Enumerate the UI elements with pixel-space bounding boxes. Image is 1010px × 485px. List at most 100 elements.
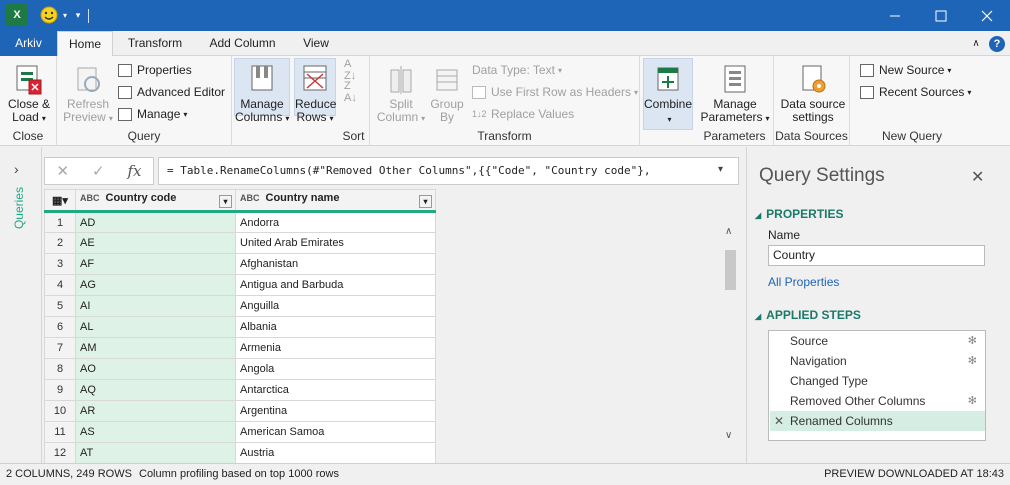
combine-button[interactable]: Combine ▾ bbox=[643, 58, 693, 130]
sort-descending-icon[interactable]: Z A↓ bbox=[344, 80, 357, 104]
properties-section-header[interactable]: ◢ PROPERTIES bbox=[755, 207, 844, 221]
applied-step[interactable]: Source ✻ bbox=[770, 331, 985, 351]
cell-country-name[interactable]: Austria bbox=[235, 442, 436, 463]
cell-country-code[interactable]: AR bbox=[75, 400, 236, 422]
use-first-row-button[interactable]: Use First Row as Headers ▾ bbox=[472, 82, 638, 102]
cell-country-code[interactable]: AM bbox=[75, 337, 236, 359]
table-row[interactable]: 11 AS American Samoa bbox=[44, 421, 436, 443]
column-header-country-code[interactable]: ABC Country code ▾ bbox=[75, 189, 236, 213]
filter-dropdown-icon[interactable]: ▾ bbox=[419, 195, 432, 208]
cell-country-name[interactable]: American Samoa bbox=[235, 421, 436, 443]
cell-country-name[interactable]: Argentina bbox=[235, 400, 436, 422]
cell-country-code[interactable]: AT bbox=[75, 442, 236, 463]
scroll-up-icon[interactable]: ∧ bbox=[725, 226, 732, 237]
scroll-thumb[interactable] bbox=[725, 250, 736, 290]
queries-pane-label[interactable]: Queries bbox=[12, 187, 26, 229]
fx-icon[interactable]: fx bbox=[128, 162, 142, 180]
split-column-button[interactable]: Split Column ▾ bbox=[376, 58, 426, 125]
new-source-button[interactable]: New Source ▾ bbox=[860, 60, 951, 80]
cell-country-code[interactable]: AQ bbox=[75, 379, 236, 401]
filter-dropdown-icon[interactable]: ▾ bbox=[219, 195, 232, 208]
manage-parameters-button[interactable]: Manage Parameters ▾ bbox=[700, 58, 770, 125]
formula-expand-icon[interactable]: ▾ bbox=[718, 164, 723, 175]
cell-country-name[interactable]: Afghanistan bbox=[235, 253, 436, 275]
formula-input[interactable]: = Table.RenameColumns(#"Removed Other Co… bbox=[158, 157, 739, 185]
cell-country-code[interactable]: AE bbox=[75, 232, 236, 254]
close-icon[interactable] bbox=[964, 0, 1010, 31]
cell-country-name[interactable]: Anguilla bbox=[235, 295, 436, 317]
table-menu-icon[interactable]: ▦▾ bbox=[44, 189, 76, 213]
smiley-dropdown-icon[interactable]: ▾ bbox=[60, 4, 70, 26]
table-row[interactable]: 1 AD Andorra bbox=[44, 211, 436, 233]
vertical-scrollbar[interactable]: ∧ ∨ bbox=[722, 224, 739, 464]
expand-queries-icon[interactable]: › bbox=[14, 161, 19, 177]
cell-country-name[interactable]: Albania bbox=[235, 316, 436, 338]
group-by-button[interactable]: Group By bbox=[426, 58, 468, 124]
table-row[interactable]: 10 AR Argentina bbox=[44, 400, 436, 422]
collapse-ribbon-icon[interactable]: ∧ bbox=[968, 31, 984, 56]
reduce-rows-button[interactable]: Reduce Rows ▾ bbox=[294, 58, 336, 124]
close-settings-icon[interactable]: ✕ bbox=[971, 167, 984, 187]
cell-country-name[interactable]: Antigua and Barbuda bbox=[235, 274, 436, 296]
smiley-feedback-icon[interactable] bbox=[38, 4, 60, 26]
cell-country-name[interactable]: Angola bbox=[235, 358, 436, 380]
data-type-dropdown[interactable]: Data Type: Text ▾ bbox=[472, 60, 562, 80]
confirm-formula-icon[interactable]: ✓ bbox=[92, 162, 105, 180]
column-header-country-name[interactable]: ABC Country name ▾ bbox=[235, 189, 436, 213]
table-row[interactable]: 8 AO Angola bbox=[44, 358, 436, 380]
text-type-icon[interactable]: ABC bbox=[240, 193, 260, 203]
applied-step[interactable]: ✕ Renamed Columns bbox=[770, 411, 985, 431]
cell-country-name[interactable]: Armenia bbox=[235, 337, 436, 359]
replace-values-button[interactable]: 1↓2 Replace Values bbox=[472, 104, 574, 124]
delete-step-icon[interactable]: ✕ bbox=[774, 411, 784, 431]
recent-sources-button[interactable]: Recent Sources ▾ bbox=[860, 82, 971, 102]
applied-steps-header[interactable]: ◢ APPLIED STEPS bbox=[755, 308, 861, 322]
applied-step[interactable]: Changed Type bbox=[770, 371, 985, 391]
advanced-editor-button[interactable]: Advanced Editor bbox=[118, 82, 225, 102]
table-row[interactable]: 9 AQ Antarctica bbox=[44, 379, 436, 401]
text-type-icon[interactable]: ABC bbox=[80, 193, 100, 203]
table-row[interactable]: 12 AT Austria bbox=[44, 442, 436, 463]
cell-country-code[interactable]: AF bbox=[75, 253, 236, 275]
help-icon[interactable]: ? bbox=[988, 31, 1006, 56]
tab-view[interactable]: View bbox=[294, 31, 338, 56]
table-row[interactable]: 4 AG Antigua and Barbuda bbox=[44, 274, 436, 296]
maximize-icon[interactable] bbox=[918, 0, 964, 31]
cell-country-name[interactable]: Antarctica bbox=[235, 379, 436, 401]
table-row[interactable]: 6 AL Albania bbox=[44, 316, 436, 338]
cell-country-code[interactable]: AL bbox=[75, 316, 236, 338]
properties-button[interactable]: Properties bbox=[118, 60, 192, 80]
step-settings-gear-icon[interactable]: ✻ bbox=[968, 351, 977, 371]
close-load-button[interactable]: Close & Load ▾ bbox=[4, 58, 54, 125]
status-profiling[interactable]: Column profiling based on top 1000 rows bbox=[139, 468, 339, 480]
excel-app-icon[interactable]: X bbox=[6, 4, 28, 26]
table-row[interactable]: 2 AE United Arab Emirates bbox=[44, 232, 436, 254]
cell-country-code[interactable]: AG bbox=[75, 274, 236, 296]
refresh-preview-button[interactable]: Refresh Preview ▾ bbox=[63, 58, 113, 125]
scroll-down-icon[interactable]: ∨ bbox=[725, 430, 732, 441]
tab-home[interactable]: Home bbox=[57, 31, 113, 57]
manage-columns-button[interactable]: Manage Columns ▾ bbox=[234, 58, 290, 124]
applied-step[interactable]: Removed Other Columns ✻ bbox=[770, 391, 985, 411]
table-row[interactable]: 7 AM Armenia bbox=[44, 337, 436, 359]
quick-access-customize-icon[interactable]: ▾ bbox=[72, 4, 84, 26]
manage-button[interactable]: Manage ▾ bbox=[118, 104, 187, 124]
table-row[interactable]: 5 AI Anguilla bbox=[44, 295, 436, 317]
tab-add-column[interactable]: Add Column bbox=[200, 31, 285, 56]
data-source-settings-button[interactable]: Data source settings bbox=[778, 58, 848, 124]
sort-ascending-icon[interactable]: A Z↓ bbox=[344, 58, 356, 82]
applied-step[interactable]: Navigation ✻ bbox=[770, 351, 985, 371]
cell-country-code[interactable]: AO bbox=[75, 358, 236, 380]
query-name-input[interactable]: Country bbox=[768, 245, 985, 266]
cell-country-name[interactable]: United Arab Emirates bbox=[235, 232, 436, 254]
cell-country-code[interactable]: AS bbox=[75, 421, 236, 443]
minimize-icon[interactable] bbox=[872, 0, 918, 31]
table-row[interactable]: 3 AF Afghanistan bbox=[44, 253, 436, 275]
cell-country-name[interactable]: Andorra bbox=[235, 211, 436, 233]
cell-country-code[interactable]: AD bbox=[75, 211, 236, 233]
cancel-formula-icon[interactable]: ✕ bbox=[56, 162, 69, 180]
tab-transform[interactable]: Transform bbox=[120, 31, 190, 56]
step-settings-gear-icon[interactable]: ✻ bbox=[968, 391, 977, 411]
tab-file[interactable]: Arkiv bbox=[0, 31, 57, 56]
all-properties-link[interactable]: All Properties bbox=[768, 275, 839, 289]
